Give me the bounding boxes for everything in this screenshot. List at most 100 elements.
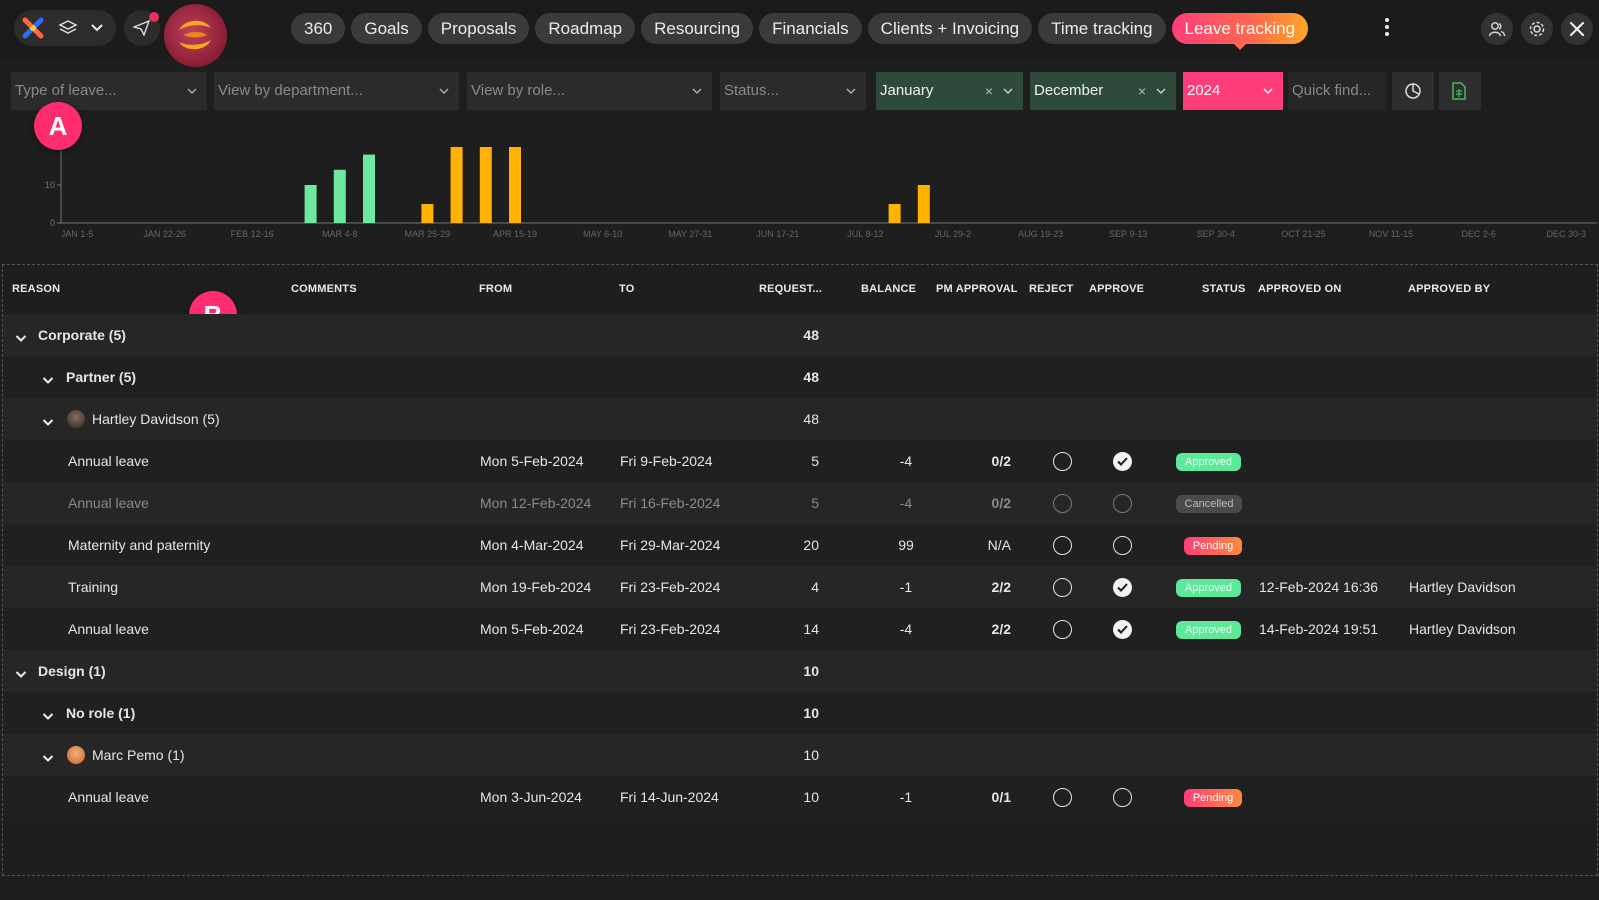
y-tick-label: 0	[50, 218, 55, 228]
chevron-down-icon[interactable]	[42, 414, 54, 426]
x-tick-label: NOV 11-15	[1369, 229, 1413, 239]
user-avatar[interactable]	[164, 4, 227, 67]
status-select[interactable]: Status...	[720, 72, 866, 110]
tab-goals[interactable]: Goals	[351, 13, 422, 44]
app-switcher[interactable]	[14, 10, 116, 46]
table-row[interactable]: Maternity and paternity Mon 4-Mar-2024 Fri…	[3, 524, 1597, 566]
approve-check[interactable]	[1113, 620, 1132, 639]
to-month-select[interactable]: December ×	[1030, 72, 1176, 110]
chart-bar[interactable]	[421, 204, 434, 223]
quick-find-placeholder: Quick find...	[1292, 82, 1372, 99]
group-row[interactable]: No role (1) 10	[3, 692, 1597, 734]
tab-clients-invoicing[interactable]: Clients + Invoicing	[867, 13, 1033, 44]
header-approved-by[interactable]: APPROVED BY	[1408, 283, 1490, 295]
reject-radio[interactable]	[1053, 536, 1072, 555]
table-row[interactable]: Annual leave Mon 5-Feb-2024 Fri 9-Feb-2024…	[3, 440, 1597, 482]
group-row[interactable]: Corporate (5) 48	[3, 314, 1597, 356]
tab-proposals[interactable]: Proposals	[427, 13, 530, 44]
header-comments[interactable]: COMMENTS	[291, 283, 357, 295]
send-icon	[133, 20, 150, 36]
status-badge: Approved	[1176, 453, 1241, 471]
more-menu-icon[interactable]	[1383, 18, 1391, 40]
status-badge: Pending	[1184, 789, 1242, 807]
reason-cell: Annual leave	[68, 495, 149, 511]
table-row[interactable]: Training Mon 19-Feb-2024 Fri 23-Feb-2024 4 -…	[3, 566, 1597, 608]
department-select[interactable]: View by department...	[214, 72, 459, 110]
table-row[interactable]: Annual leave Mon 3-Jun-2024 Fri 14-Jun-202…	[3, 776, 1597, 818]
requested-total: 10	[803, 705, 819, 721]
table-row[interactable]: Annual leave Mon 12-Feb-2024 Fri 16-Feb-20…	[3, 482, 1597, 524]
header-approve[interactable]: APPROVE	[1089, 283, 1144, 295]
approve-radio[interactable]	[1113, 494, 1132, 513]
settings-button[interactable]	[1521, 13, 1553, 45]
clear-from-month-icon[interactable]: ×	[985, 72, 993, 110]
reject-radio[interactable]	[1053, 494, 1072, 513]
chart-bar[interactable]	[509, 147, 521, 223]
clear-to-month-icon[interactable]: ×	[1138, 72, 1146, 110]
reject-radio[interactable]	[1053, 578, 1072, 597]
approve-radio[interactable]	[1113, 536, 1132, 555]
chart-bar[interactable]	[304, 185, 317, 223]
chart-bar[interactable]	[888, 204, 901, 223]
header-to[interactable]: TO	[619, 283, 634, 295]
layers-icon[interactable]	[58, 19, 78, 37]
tab-360[interactable]: 360	[291, 13, 346, 44]
tab-resourcing[interactable]: Resourcing	[641, 13, 754, 44]
x-tick-label: JUL 8-12	[847, 229, 883, 239]
approved-by-cell: Hartley Davidson	[1409, 579, 1516, 595]
avatar	[67, 410, 85, 428]
chevron-down-icon[interactable]	[15, 330, 27, 342]
reject-radio[interactable]	[1053, 620, 1072, 639]
header-reject[interactable]: REJECT	[1029, 283, 1074, 295]
balance-cell: -4	[899, 621, 913, 637]
reject-radio[interactable]	[1053, 452, 1072, 471]
chevron-down-icon[interactable]	[42, 708, 54, 720]
tab-financials[interactable]: Financials	[759, 13, 862, 44]
status-badge: Pending	[1184, 537, 1242, 555]
tab-leave-tracking[interactable]: Leave tracking	[1171, 13, 1309, 50]
chart-bar[interactable]	[450, 147, 463, 223]
chevron-down-icon[interactable]	[42, 372, 54, 384]
spreadsheet-icon	[1452, 82, 1466, 100]
notifications-button[interactable]	[124, 10, 160, 46]
person-row[interactable]: Marc Pemo (1) 10	[3, 734, 1597, 776]
header-balance[interactable]: BALANCE	[861, 283, 916, 295]
type-of-leave-select[interactable]: Type of leave...	[11, 72, 207, 110]
status-badge: Approved	[1176, 621, 1241, 639]
tab-time-tracking[interactable]: Time tracking	[1038, 13, 1166, 44]
chevron-down-icon[interactable]	[90, 22, 104, 34]
from-cell: Mon 3-Jun-2024	[480, 789, 582, 805]
reject-radio[interactable]	[1053, 788, 1072, 807]
group-row[interactable]: Partner (5) 48	[3, 356, 1597, 398]
table-row[interactable]: Annual leave Mon 5-Feb-2024 Fri 23-Feb-202…	[3, 608, 1597, 650]
year-select[interactable]: 2024	[1183, 72, 1283, 110]
status-badge: Cancelled	[1176, 495, 1242, 513]
approve-radio[interactable]	[1113, 788, 1132, 807]
users-button[interactable]	[1481, 13, 1513, 45]
tab-roadmap[interactable]: Roadmap	[535, 13, 636, 44]
export-button[interactable]	[1439, 72, 1481, 110]
chart-bar[interactable]	[479, 147, 492, 223]
from-month-select[interactable]: January ×	[876, 72, 1023, 110]
role-select[interactable]: View by role...	[467, 72, 712, 110]
person-row[interactable]: Hartley Davidson (5) 48	[3, 398, 1597, 440]
chart-bar[interactable]	[917, 185, 930, 223]
chart-bar[interactable]	[333, 169, 346, 223]
approve-check[interactable]	[1113, 452, 1132, 471]
chart-toggle-button[interactable]	[1392, 72, 1434, 110]
quick-find-input[interactable]: Quick find...	[1288, 72, 1386, 110]
chevron-down-icon[interactable]	[42, 750, 54, 762]
header-requested[interactable]: REQUEST...	[759, 283, 822, 295]
header-pm-approval[interactable]: PM APPROVAL	[936, 283, 1018, 295]
chart-bar[interactable]	[363, 154, 375, 223]
group-row[interactable]: Design (1) 10	[3, 650, 1597, 692]
header-from[interactable]: FROM	[479, 283, 512, 295]
chevron-down-icon	[1263, 88, 1273, 95]
approve-check[interactable]	[1113, 578, 1132, 597]
header-status[interactable]: STATUS	[1202, 283, 1246, 295]
chevron-down-icon[interactable]	[15, 666, 27, 678]
pm-approval-cell: 0/2	[991, 453, 1011, 469]
header-reason[interactable]: REASON	[12, 283, 60, 295]
close-button[interactable]	[1561, 13, 1593, 45]
header-approved-on[interactable]: APPROVED ON	[1258, 283, 1342, 295]
